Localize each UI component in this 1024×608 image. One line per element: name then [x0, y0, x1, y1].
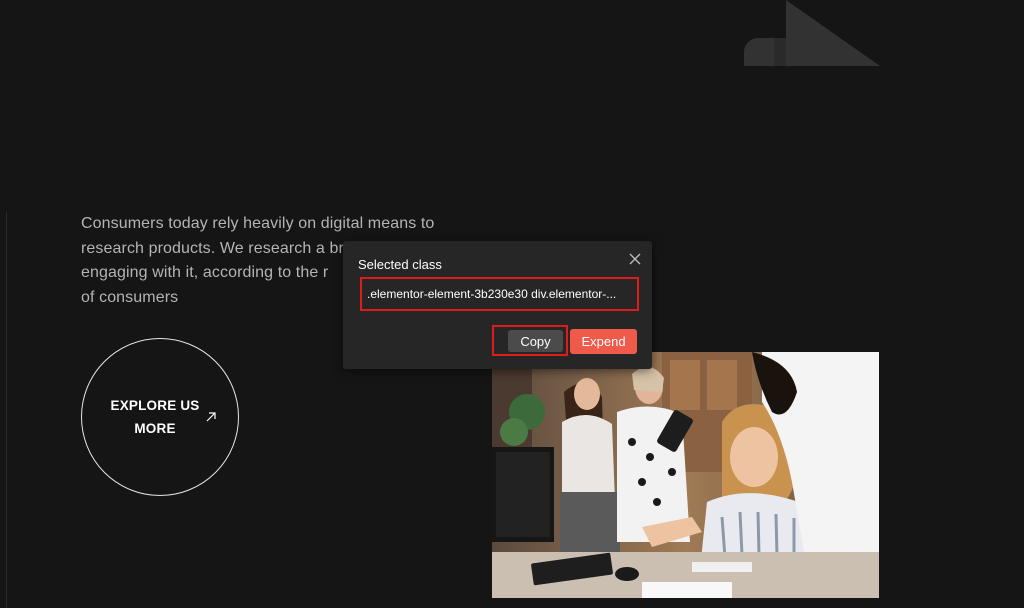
paragraph-line: Consumers today rely heavily on digital … [81, 215, 435, 232]
photo-illustration [492, 352, 879, 598]
decorative-shape [744, 0, 880, 66]
explore-button-label: EXPLORE US MORE [110, 398, 200, 436]
explore-us-more-button[interactable]: EXPLORE US MORE [81, 338, 239, 496]
expend-button[interactable]: Expend [570, 329, 637, 354]
explore-button-content: EXPLORE US MORE [107, 394, 217, 440]
selected-class-popup: Selected class .elementor-element-3b230e… [343, 241, 652, 369]
page: Consumers today rely heavily on digital … [0, 0, 1024, 608]
copy-button[interactable]: Copy [508, 330, 563, 352]
office-team-photo [492, 352, 879, 598]
left-divider [6, 212, 7, 608]
selected-class-value: .elementor-element-3b230e30 div.elemento… [367, 287, 617, 301]
arrow-up-right-icon [206, 412, 216, 422]
popup-title: Selected class [358, 257, 442, 272]
selected-class-field[interactable]: .elementor-element-3b230e30 div.elemento… [360, 277, 639, 311]
close-icon[interactable] [628, 252, 642, 266]
